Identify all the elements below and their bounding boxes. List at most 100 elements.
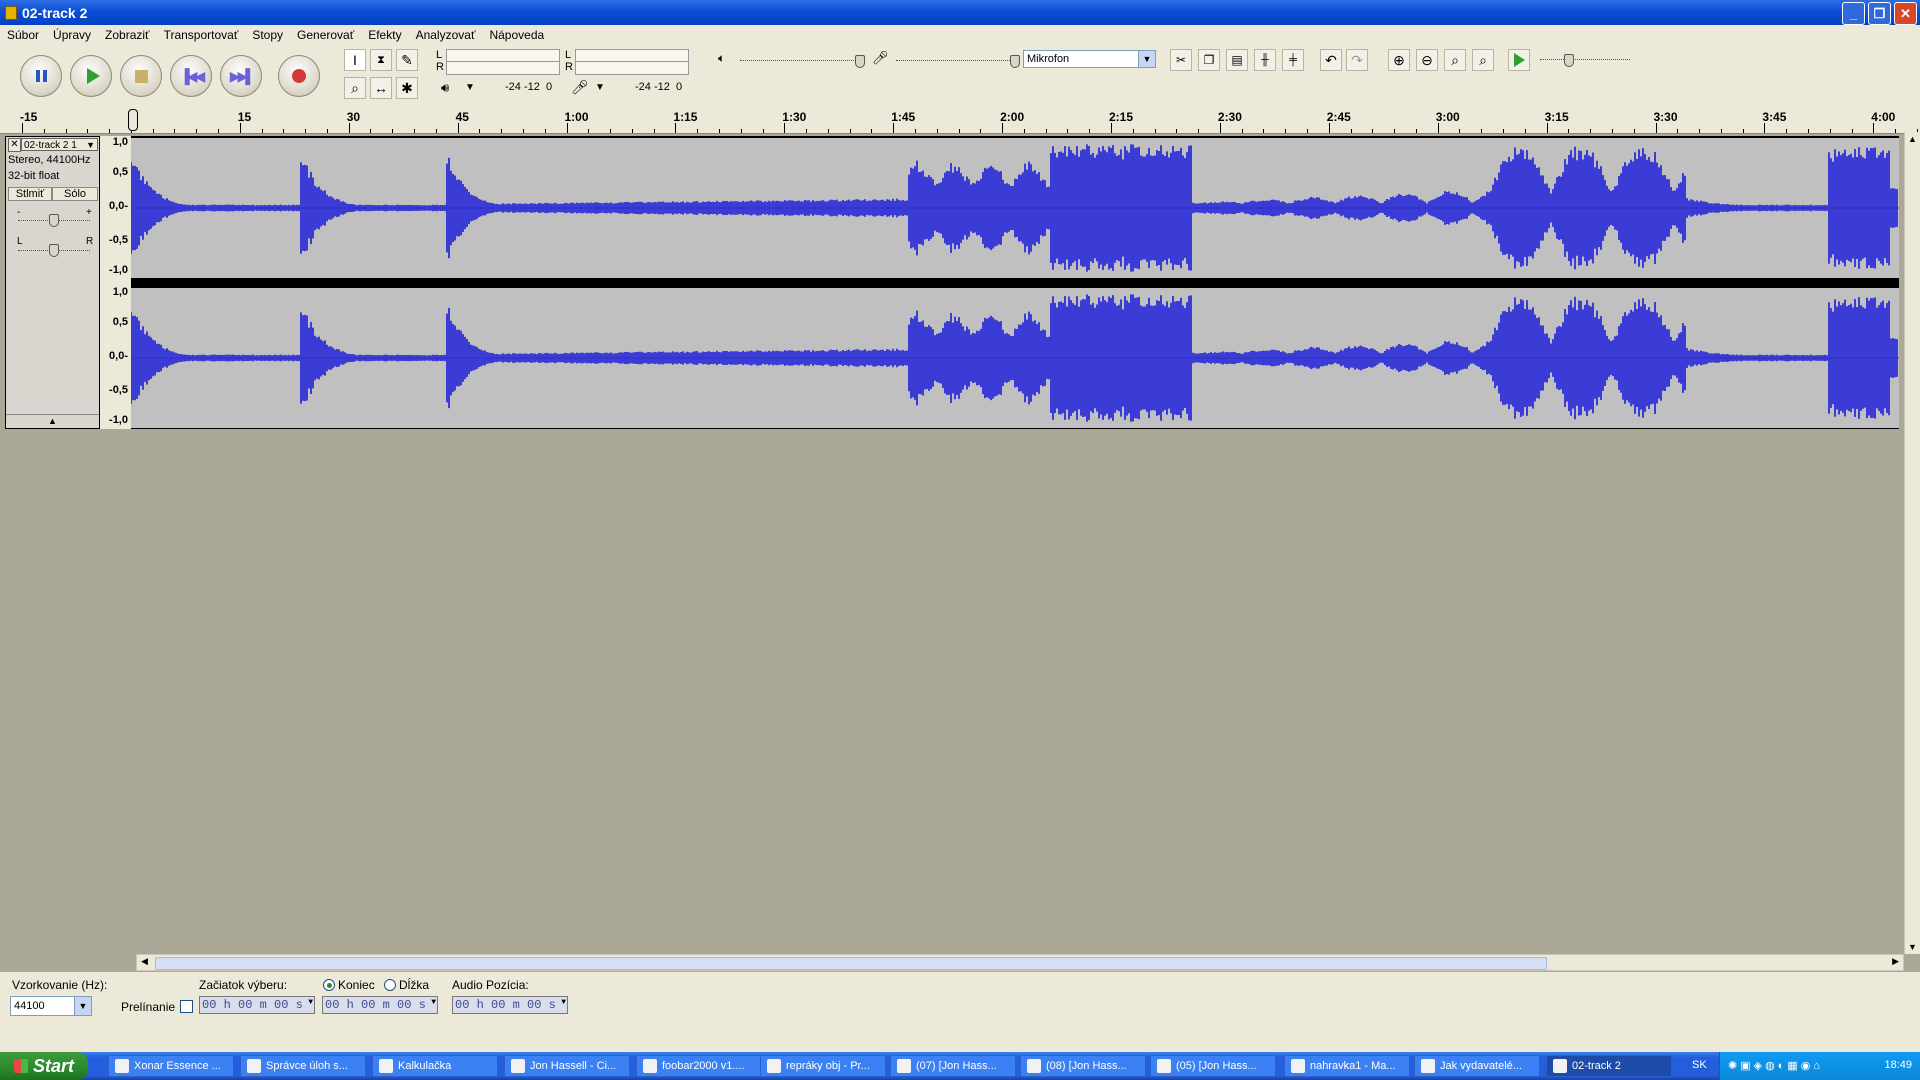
output-volume-slider[interactable] (855, 55, 865, 68)
speaker-icon[interactable]: 🔊︎ (441, 80, 449, 96)
trim-button[interactable]: ╫ (1254, 49, 1276, 71)
menu-view[interactable]: Zobraziť (98, 28, 157, 42)
play-speed-slider[interactable] (1564, 54, 1574, 67)
input-source-select[interactable]: Mikrofon ▼ (1023, 50, 1156, 68)
menu-edit[interactable]: Úpravy (46, 28, 98, 42)
snap-checkbox[interactable] (180, 1000, 193, 1013)
taskbar-item[interactable]: (07) [Jon Hass... (890, 1055, 1016, 1077)
scale-neg-half-2: -0,5 (109, 384, 128, 396)
tray-icons[interactable]: ✺▣◈◍◐▦◉⌂ (1728, 1059, 1823, 1072)
input-volume-slider[interactable] (1010, 55, 1020, 68)
ruler-label: 3:15 (1544, 110, 1569, 124)
taskbar-item[interactable]: nahravka1 - Ma... (1284, 1055, 1410, 1077)
taskbar-item[interactable]: (08) [Jon Hass... (1020, 1055, 1146, 1077)
ruler-tick (522, 129, 524, 133)
taskbar-item[interactable]: (05) [Jon Hass... (1150, 1055, 1276, 1077)
play-at-speed-button[interactable] (1508, 49, 1530, 71)
silence-button[interactable]: ╪ (1282, 49, 1304, 71)
audio-position-field[interactable]: 00 h 00 m 00 s ▼ (452, 996, 568, 1014)
record-button[interactable] (278, 55, 320, 97)
scroll-right-icon[interactable]: ▶ (1892, 956, 1899, 967)
close-button[interactable]: ✕ (1894, 2, 1917, 25)
gain-slider[interactable] (49, 214, 59, 227)
chevron-down-icon[interactable]: ▼ (1138, 51, 1155, 67)
timeshift-tool-button[interactable]: ↔ (370, 77, 392, 99)
ruler-tick (1437, 123, 1439, 133)
horizontal-scrollbar[interactable]: ◀ ▶ (136, 954, 1904, 971)
zoom-out-button[interactable]: ⊖ (1416, 49, 1438, 71)
taskbar-item[interactable]: 02-track 2 (1546, 1055, 1672, 1077)
taskbar-item[interactable]: Jak vydavatelé... (1414, 1055, 1540, 1077)
menu-effects[interactable]: Efekty (361, 28, 408, 42)
horizontal-scroll-thumb[interactable] (155, 957, 1547, 970)
menu-generate[interactable]: Generovať (290, 28, 361, 42)
timeline-ruler[interactable]: -1501530451:001:151:301:452:002:152:302:… (0, 107, 1920, 134)
multi-tool-button[interactable]: ✱ (396, 77, 418, 99)
collapse-track-button[interactable]: ▲ (6, 414, 99, 428)
start-button[interactable]: Start (0, 1052, 88, 1080)
playhead-marker-icon[interactable] (128, 109, 138, 131)
menu-transport[interactable]: Transportovať (157, 28, 246, 42)
undo-button[interactable]: ↶ (1320, 49, 1342, 71)
redo-button[interactable]: ↷ (1346, 49, 1368, 71)
play-meter-right[interactable] (446, 61, 560, 75)
taskbar-item[interactable]: Kalkulačka (372, 1055, 498, 1077)
play-button[interactable] (70, 55, 112, 97)
project-rate-select[interactable]: 44100 ▼ (10, 996, 92, 1016)
taskbar-item-label: Jon Hassell - Ci... (530, 1060, 617, 1072)
taskbar-item[interactable]: repráky obj - Pr... (760, 1055, 886, 1077)
output-volume-icon: 🔈︎ (718, 51, 726, 65)
waveform-area[interactable] (130, 136, 1899, 429)
waveform[interactable] (130, 136, 1899, 429)
track-close-icon[interactable]: ✕ (8, 138, 21, 152)
ruler-tick (1198, 129, 1200, 133)
vertical-scrollbar[interactable]: ▲ ▼ (1904, 132, 1920, 954)
minimize-button[interactable]: _ (1842, 2, 1865, 25)
selection-start-field[interactable]: 00 h 00 m 00 s ▼ (199, 996, 315, 1014)
solo-button[interactable]: Sólo (52, 187, 98, 201)
fit-selection-button[interactable]: ⌕ (1444, 49, 1466, 71)
menu-file[interactable]: Súbor (0, 28, 46, 42)
copy-button[interactable]: ❐ (1198, 49, 1220, 71)
language-indicator[interactable]: SK (1692, 1059, 1707, 1071)
scroll-left-icon[interactable]: ◀ (141, 956, 148, 967)
time-format-menu-icon[interactable]: ▼ (561, 998, 566, 1007)
zoom-tool-button[interactable]: ⌕ (344, 77, 366, 99)
pause-button[interactable] (20, 55, 62, 97)
scroll-down-icon[interactable]: ▼ (1908, 942, 1917, 952)
menu-analyze[interactable]: Analyzovať (409, 28, 483, 42)
stop-button[interactable] (120, 55, 162, 97)
selection-tool-button[interactable]: I (344, 49, 366, 71)
paste-button[interactable]: ▤ (1226, 49, 1248, 71)
end-radio[interactable] (323, 979, 335, 991)
menu-tracks[interactable]: Stopy (245, 28, 290, 42)
taskbar-item[interactable]: foobar2000 v1.... (636, 1055, 762, 1077)
envelope-tool-button[interactable]: ⧗ (370, 49, 392, 71)
fit-project-button[interactable]: ⌕ (1472, 49, 1494, 71)
amplitude-scale[interactable]: 1,0 0,5 0,0- -0,5 -1,0 1,0 0,5 0,0- -0,5… (100, 136, 131, 429)
rec-meter-menu-icon[interactable]: ▼ (595, 82, 605, 93)
taskbar-item[interactable]: Jon Hassell - Ci... (504, 1055, 630, 1077)
chevron-down-icon[interactable]: ▼ (74, 997, 91, 1015)
cut-button[interactable]: ✂ (1170, 49, 1192, 71)
scroll-up-icon[interactable]: ▲ (1908, 134, 1917, 144)
time-format-menu-icon[interactable]: ▼ (308, 998, 313, 1007)
mute-button[interactable]: Stlmiť (8, 187, 52, 201)
microphone-icon[interactable]: 🎤︎ (571, 79, 589, 96)
pan-slider[interactable] (49, 244, 59, 257)
skip-end-button[interactable]: ▶▶▌ (220, 55, 262, 97)
taskbar-item[interactable]: Xonar Essence ... (108, 1055, 234, 1077)
taskbar-item[interactable]: Správce úloh s... (240, 1055, 366, 1077)
rec-meter-right[interactable] (575, 61, 689, 75)
maximize-button[interactable]: ❐ (1868, 2, 1891, 25)
play-meter-menu-icon[interactable]: ▼ (465, 82, 475, 93)
audacity-app-icon[interactable] (5, 5, 17, 20)
draw-tool-button[interactable]: ✎ (396, 49, 418, 71)
skip-start-button[interactable]: ▐◀◀ (170, 55, 212, 97)
menu-help[interactable]: Nápoveda (482, 28, 551, 42)
length-radio[interactable] (384, 979, 396, 991)
time-format-menu-icon[interactable]: ▼ (431, 998, 436, 1007)
selection-end-field[interactable]: 00 h 00 m 00 s ▼ (322, 996, 438, 1014)
zoom-in-button[interactable]: ⊕ (1388, 49, 1410, 71)
track-name-menu[interactable]: 02-track 2 1 ▼ (21, 138, 98, 151)
